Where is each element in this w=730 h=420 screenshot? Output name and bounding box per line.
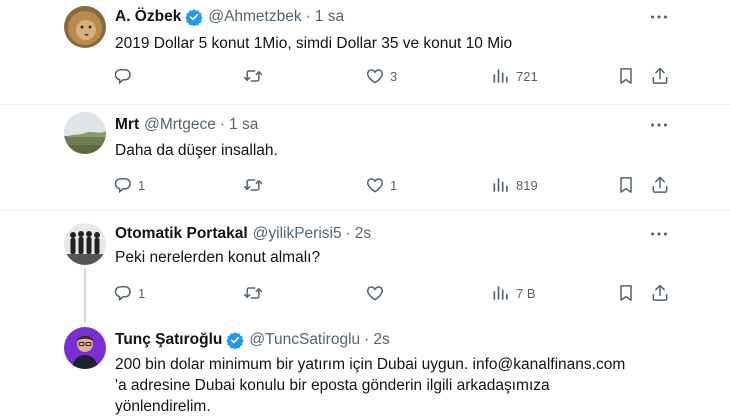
avatar[interactable] (64, 6, 106, 48)
retweet-icon (243, 283, 263, 303)
like-button[interactable]: 3 (365, 65, 397, 87)
action-bar: 1 7 B (0, 282, 730, 304)
views-bar-chart-icon (491, 283, 511, 303)
separator-dot: · (305, 8, 311, 25)
heart-icon (365, 66, 385, 86)
views-bar-chart-icon (491, 66, 511, 86)
timestamp[interactable]: 1 sa (315, 8, 344, 26)
like-button[interactable]: 1 (365, 174, 397, 196)
reply-icon (113, 66, 133, 86)
tweet-ozbek[interactable]: A. Özbek @Ahmetzbek · 1 sa 2019 Dollar 5… (0, 0, 730, 105)
share-button[interactable] (650, 282, 670, 304)
tweet-text-line: Daha da düşer insallah. (115, 142, 278, 159)
action-bar: 1 1 819 (0, 174, 730, 196)
views-count: 7 B (516, 285, 536, 301)
more-horizontal-icon (648, 223, 670, 245)
share-icon (650, 66, 670, 86)
retweet-button[interactable] (243, 174, 263, 196)
bookmark-icon (616, 66, 636, 86)
retweet-button[interactable] (243, 65, 263, 87)
views-bar-chart-icon (491, 175, 511, 195)
views-count: 721 (516, 68, 538, 84)
share-icon (650, 175, 670, 195)
views-button[interactable]: 7 B (491, 282, 536, 304)
author-name[interactable]: A. Özbek (115, 8, 181, 26)
separator-dot: · (219, 116, 226, 133)
author-handle[interactable]: @yilikPerisi5 (253, 225, 342, 243)
author-name[interactable]: Mrt (115, 116, 139, 134)
bookmark-button[interactable] (616, 174, 636, 196)
tweet-tunc-satiroglu[interactable]: Tunç Şatıroğlu @TuncSatiroglu · 2s 200 b… (0, 319, 730, 420)
timestamp[interactable]: 2s (373, 331, 389, 349)
reply-button[interactable] (113, 65, 133, 87)
heart-icon (365, 283, 385, 303)
avatar[interactable] (64, 327, 106, 369)
figures-avatar-image (64, 223, 106, 265)
more-options-button[interactable] (646, 7, 672, 27)
tweet-otomatik-portakal[interactable]: Otomatik Portakal @yilikPerisi5 · 2s Pek… (0, 211, 730, 319)
like-count: 1 (390, 177, 398, 193)
views-count: 819 (516, 177, 538, 193)
like-button[interactable] (365, 282, 385, 304)
author-name[interactable]: Otomatik Portakal (115, 225, 248, 243)
share-icon (650, 283, 670, 303)
tweet-mrt[interactable]: Mrt @Mrtgece · 1 sa Daha da düşer insall… (0, 105, 730, 211)
share-button[interactable] (650, 65, 670, 87)
more-horizontal-icon (648, 6, 670, 28)
like-count: 3 (390, 68, 398, 84)
reply-count: 1 (138, 177, 146, 193)
lion-avatar-image (64, 6, 106, 48)
bookmark-button[interactable] (616, 65, 636, 87)
avatar[interactable] (64, 223, 106, 265)
tweet-text-line: 2019 Dollar 5 konut 1Mio, simdi Dollar 3… (115, 35, 513, 52)
tweet-text-line: Peki nerelerden konut almalı? (115, 249, 321, 266)
bookmark-icon (616, 283, 636, 303)
bookmark-icon (616, 175, 636, 195)
person-avatar-image (64, 327, 106, 369)
share-button[interactable] (650, 174, 670, 196)
tweet-text: Daha da düşer insallah. (115, 140, 675, 161)
author-name[interactable]: Tunç Şatıroğlu (115, 331, 222, 349)
reply-count: 1 (138, 285, 146, 301)
avatar[interactable] (64, 112, 106, 154)
action-bar: 3 721 (0, 65, 730, 87)
heart-icon (365, 175, 385, 195)
timestamp[interactable]: 1 sa (229, 116, 258, 134)
author-handle[interactable]: @Mrtgece (144, 116, 216, 134)
reply-icon (113, 283, 133, 303)
reply-button[interactable]: 1 (113, 174, 145, 196)
landscape-avatar-image (64, 112, 106, 154)
tweet-text: Peki nerelerden konut almalı? (115, 247, 675, 268)
author-handle[interactable]: @TuncSatiroglu (249, 331, 360, 349)
retweet-button[interactable] (243, 282, 263, 304)
retweet-icon (243, 175, 263, 195)
tweet-text-line: 'a adresine Dubai konulu bir eposta gönd… (115, 377, 550, 394)
bookmark-button[interactable] (616, 282, 636, 304)
reply-button[interactable]: 1 (113, 282, 145, 304)
author-handle[interactable]: @Ahmetzbek (208, 8, 301, 26)
tweet-text: 200 bin dolar minimum bir yatırım için D… (115, 354, 675, 417)
separator-dot: · (364, 331, 370, 348)
more-horizontal-icon (648, 114, 670, 136)
tweet-text-line: yönlendirelim. (115, 398, 211, 415)
more-options-button[interactable] (646, 115, 672, 135)
verified-badge-icon (185, 8, 203, 26)
more-options-button[interactable] (646, 224, 672, 244)
tweet-text-line: 200 bin dolar minimum bir yatırım için D… (115, 356, 626, 373)
reply-icon (113, 175, 133, 195)
timestamp[interactable]: 2s (355, 225, 371, 243)
separator-dot: · (345, 225, 351, 242)
tweet-text: 2019 Dollar 5 konut 1Mio, simdi Dollar 3… (115, 33, 675, 54)
verified-badge-icon (226, 331, 244, 349)
retweet-icon (243, 66, 263, 86)
views-button[interactable]: 819 (491, 174, 538, 196)
views-button[interactable]: 721 (491, 65, 538, 87)
